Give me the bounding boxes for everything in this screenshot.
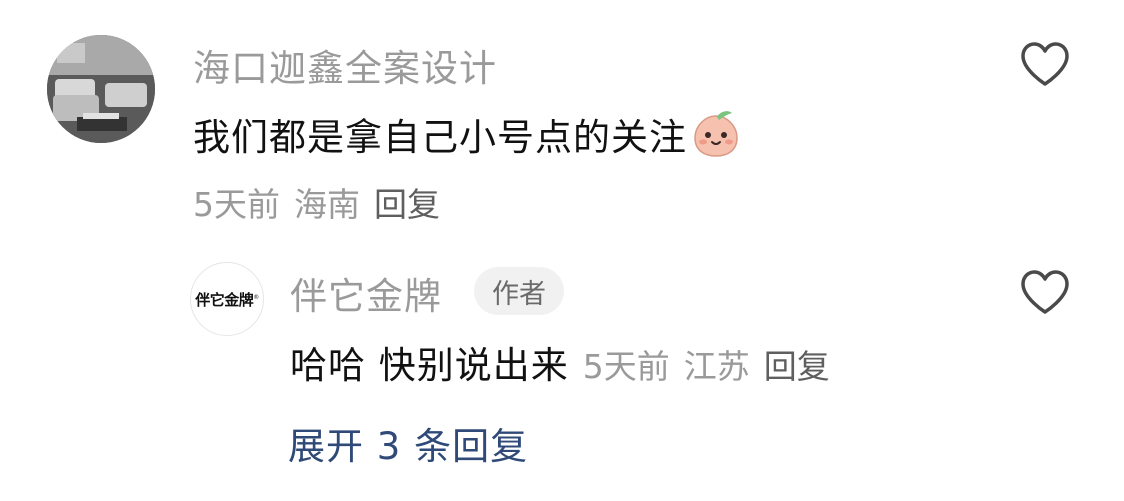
comment-text-content: 我们都是拿自己小号点的关注	[193, 116, 687, 159]
comment-author[interactable]: 伴它金牌	[290, 266, 442, 320]
reply-button[interactable]: 回复	[374, 178, 440, 226]
smiling-peach-emoji-icon	[694, 111, 738, 157]
comment-text: 我们都是拿自己小号点的关注	[193, 107, 743, 161]
comment-time: 5天前	[193, 185, 280, 224]
comment-body-row: 哈哈 快别说出来 5天前 江苏 回复	[290, 335, 830, 389]
comment-meta: 5天前 海南 回复	[193, 178, 440, 226]
brand-logo-text: 伴它金牌	[195, 290, 254, 309]
heart-outline-icon	[1021, 270, 1069, 314]
like-button[interactable]	[1019, 268, 1071, 316]
like-button[interactable]	[1019, 40, 1071, 88]
avatar[interactable]: 伴它金牌®	[190, 262, 264, 336]
heart-outline-icon	[1021, 42, 1069, 86]
expand-replies-link[interactable]: 展开 3 条回复	[288, 416, 528, 470]
living-room-photo-icon	[47, 35, 155, 143]
registered-mark: ®	[253, 293, 259, 301]
comment-time: 5天前	[582, 347, 670, 386]
avatar[interactable]	[47, 35, 155, 143]
comment-author[interactable]: 海口迦鑫全案设计	[193, 38, 497, 92]
comment-text: 哈哈 快别说出来	[290, 344, 569, 387]
comment-location: 海南	[294, 185, 360, 224]
author-badge: 作者	[474, 267, 564, 315]
reply-button[interactable]: 回复	[764, 340, 830, 388]
comment-location: 江苏	[683, 347, 750, 386]
brand-logo: 伴它金牌®	[195, 289, 259, 310]
comment-meta: 5天前 江苏 回复	[583, 340, 830, 388]
